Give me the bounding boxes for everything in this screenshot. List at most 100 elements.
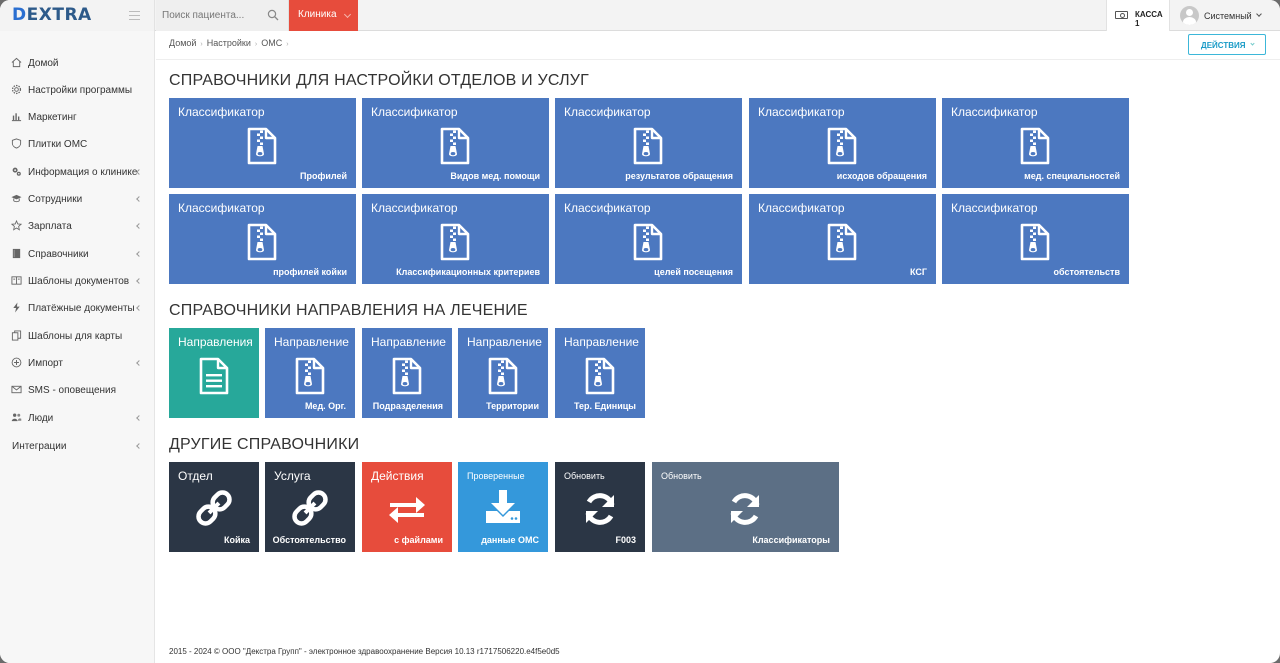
tile-subtitle: Тер. Единицы <box>574 401 636 411</box>
tile-subtitle: с файлами <box>394 535 443 545</box>
referrals-tile[interactable]: Направления <box>169 328 259 418</box>
gear-icon <box>11 84 22 95</box>
sidebar-item-label: Шаблоны для карты <box>28 331 123 342</box>
zip-file-icon <box>440 223 470 266</box>
reference-tile[interactable]: Отдел Койка <box>169 462 259 552</box>
classifier-tile[interactable]: Классификатор Профилей <box>169 98 356 188</box>
chevron-left-icon <box>136 223 142 229</box>
link-icon <box>292 490 328 531</box>
tile-title: Обновить <box>661 471 702 481</box>
sidebar-item-label: Шаблоны документов <box>28 276 130 287</box>
classifier-tile[interactable]: Классификатор целей посещения <box>555 194 742 284</box>
tile-subtitle: КСГ <box>910 267 927 277</box>
columns-icon <box>11 276 22 285</box>
tile-title: Отдел <box>178 469 213 483</box>
actions-button[interactable]: ДЕЙСТВИЯ <box>1188 34 1266 55</box>
sidebar-item-label: Интеграции <box>12 441 67 452</box>
sidebar-item-people[interactable]: Люди <box>0 405 155 431</box>
referral-tile[interactable]: Направление Подразделения <box>362 328 452 418</box>
reference-tile[interactable]: Услуга Обстоятельство <box>265 462 355 552</box>
sidebar-item-salary[interactable]: Зарплата <box>0 213 155 239</box>
tile-subtitle: Мед. Орг. <box>304 401 346 411</box>
tile-title: Услуга <box>274 469 311 483</box>
tile-subtitle: Классификаторы <box>752 535 830 545</box>
clinic-menu[interactable]: Клиника <box>289 0 358 31</box>
zip-file-icon <box>247 127 277 170</box>
reference-tile[interactable]: Проверенные данные ОМС <box>458 462 548 552</box>
sidebar-item-settings[interactable]: Настройки программы <box>0 77 155 103</box>
zip-file-icon <box>295 357 325 400</box>
breadcrumb: Домой › Настройки › ОМС › <box>169 38 289 48</box>
tile-title: Классификатор <box>758 105 845 119</box>
sidebar-item-card-templates[interactable]: Шаблоны для карты <box>0 323 155 349</box>
sidebar-item-staff[interactable]: Сотрудники <box>0 186 155 212</box>
breadcrumb-home[interactable]: Домой <box>169 38 196 48</box>
bolt-icon <box>13 302 20 313</box>
referral-tile[interactable]: Направление Мед. Орг. <box>265 328 355 418</box>
referral-tile[interactable]: Направление Территории <box>458 328 548 418</box>
sidebar: Домой Настройки программы Маркетинг Плитки … <box>0 31 155 663</box>
tile-subtitle: Территории <box>486 401 539 411</box>
chevron-left-icon <box>136 443 142 449</box>
classifier-tile[interactable]: Классификатор КСГ <box>749 194 936 284</box>
user-name: Системный <box>1204 11 1252 21</box>
avatar <box>1180 6 1199 25</box>
breadcrumb-settings[interactable]: Настройки <box>207 38 251 48</box>
section-title-referrals: СПРАВОЧНИКИ НАПРАВЛЕНИЯ НА ЛЕЧЕНИЕ <box>169 302 528 319</box>
sidebar-item-home[interactable]: Домой <box>0 50 155 76</box>
download-icon <box>485 490 521 529</box>
classifier-tile[interactable]: Классификатор исходов обращения <box>749 98 936 188</box>
users-icon <box>11 413 22 422</box>
search-icon[interactable] <box>267 9 279 21</box>
sidebar-item-payment-docs[interactable]: Платёжные документы <box>0 295 155 321</box>
sidebar-item-label: Плитки ОМС <box>28 139 88 150</box>
app-window: DEXTRA Клиника КАССА 1 Системный Домой На… <box>0 0 1280 663</box>
tile-subtitle: целей посещения <box>654 267 733 277</box>
sidebar-item-clinic-info[interactable]: Информация о клинике <box>0 159 155 185</box>
zip-file-icon <box>633 223 663 266</box>
zip-file-icon <box>488 357 518 400</box>
tile-title: Классификатор <box>758 201 845 215</box>
sidebar-item-references[interactable]: Справочники <box>0 241 155 267</box>
chevron-down-icon <box>1256 11 1262 17</box>
classifier-tile[interactable]: Классификатор Видов мед. помощи <box>362 98 549 188</box>
referral-tile[interactable]: Направление Тер. Единицы <box>555 328 645 418</box>
reference-tile[interactable]: Обновить F003 <box>555 462 645 552</box>
tile-title: Действия <box>371 469 424 483</box>
classifier-tile[interactable]: Классификатор обстоятельств <box>942 194 1129 284</box>
tile-title: Направление <box>371 335 446 349</box>
tile-subtitle: Профилей <box>299 171 347 181</box>
menu-toggle-icon[interactable] <box>129 11 140 20</box>
reference-tile[interactable]: Обновить Классификаторы <box>652 462 839 552</box>
tile-subtitle: мед. специальностей <box>1024 171 1120 181</box>
kassa-button[interactable]: КАССА 1 <box>1106 0 1170 31</box>
classifier-tile[interactable]: Классификатор профилей койки <box>169 194 356 284</box>
link-icon <box>196 490 232 531</box>
sidebar-item-label: Люди <box>28 413 54 424</box>
zip-file-icon <box>1020 127 1050 170</box>
sidebar-item-doc-templates[interactable]: Шаблоны документов <box>0 268 155 294</box>
patient-search-input[interactable] <box>156 0 260 31</box>
section-title-other: ДРУГИЕ СПРАВОЧНИКИ <box>169 436 360 453</box>
refresh-icon <box>728 492 762 531</box>
sidebar-item-integrations[interactable]: Интеграции <box>0 433 155 459</box>
tile-title: Проверенные <box>467 471 525 481</box>
sidebar-item-sms[interactable]: SMS - оповещения <box>0 377 155 403</box>
sidebar-item-label: Информация о клинике <box>28 167 138 178</box>
sidebar-item-label: Настройки программы <box>28 85 133 96</box>
chevron-down-icon <box>1250 41 1255 46</box>
zip-file-icon <box>633 127 663 170</box>
graduation-cap-icon <box>11 194 22 203</box>
sidebar-item-import[interactable]: Импорт <box>0 350 155 376</box>
sidebar-item-oms-tiles[interactable]: Плитки ОМС <box>0 131 155 157</box>
sidebar-item-marketing[interactable]: Маркетинг <box>0 104 155 130</box>
chevron-left-icon <box>136 251 142 257</box>
zip-file-icon <box>247 223 277 266</box>
classifier-tile[interactable]: Классификатор Классификационных критериев <box>362 194 549 284</box>
tile-subtitle: обстоятельств <box>1053 267 1120 277</box>
gears-icon <box>12 167 21 176</box>
classifier-tile[interactable]: Классификатор мед. специальностей <box>942 98 1129 188</box>
logo[interactable]: DEXTRA <box>12 5 92 25</box>
reference-tile[interactable]: Действия с файлами <box>362 462 452 552</box>
classifier-tile[interactable]: Классификатор результатов обращения <box>555 98 742 188</box>
